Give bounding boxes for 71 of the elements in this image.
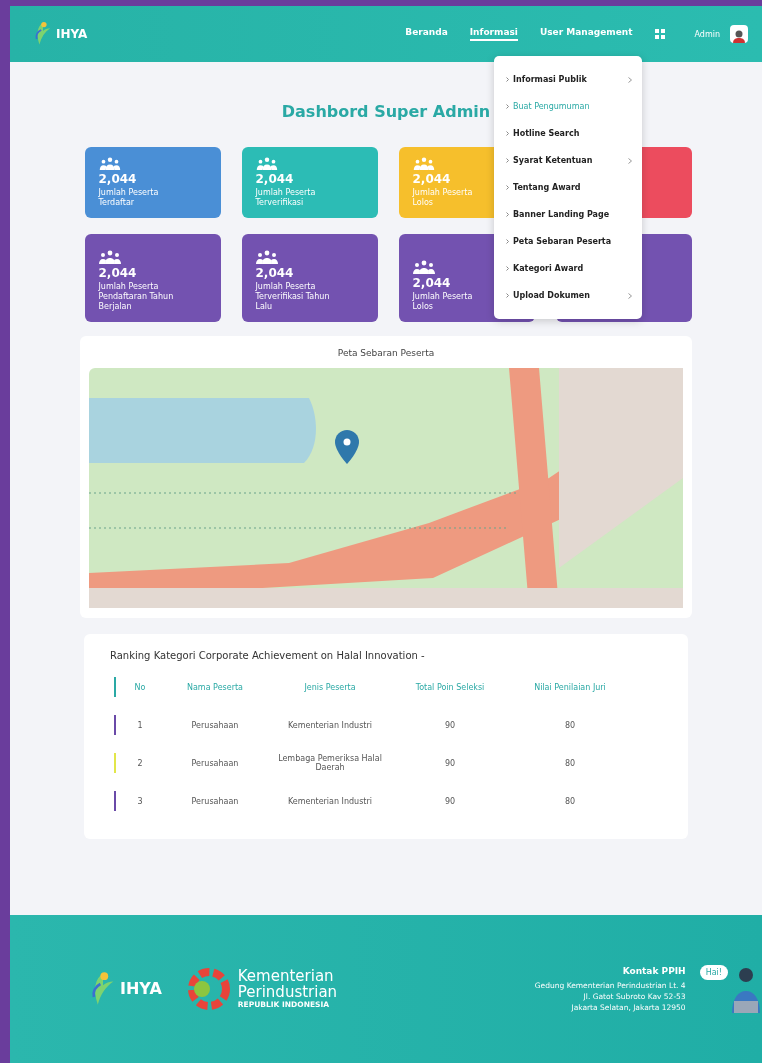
stat-label: Jumlah Peserta Pendaftaran Tahun Berjalan (98, 282, 175, 312)
stat-label: Jumlah Peserta Lolos (412, 292, 474, 312)
table-cell: Perusahaan (191, 796, 239, 806)
column-header: Nilai Penilaian Juri (534, 682, 606, 692)
table-cell: 80 (564, 720, 576, 730)
footer-logo-text: IHYA (120, 979, 162, 999)
bullet-icon (506, 131, 509, 136)
leaf-logo-icon (34, 21, 52, 47)
table-cell: Perusahaan (191, 758, 239, 768)
group-icon (255, 250, 278, 264)
bullet-icon (506, 158, 509, 163)
stat-value: 2,044 (412, 172, 452, 186)
chevron-icon (628, 76, 632, 83)
menu-item[interactable]: Informasi Publik (494, 66, 642, 93)
bullet-icon (506, 266, 509, 271)
table-cell: Kementerian Industri (287, 720, 372, 730)
menu-item[interactable]: Syarat Ketentuan (494, 147, 642, 174)
contact-title: Kontak PPIH (622, 966, 686, 976)
menu-item[interactable]: Peta Sebaran Peserta (494, 228, 642, 255)
group-icon (98, 250, 121, 264)
group-icon (98, 157, 121, 170)
menu-item[interactable]: Tentang Award (494, 174, 642, 201)
group-icon (412, 260, 435, 274)
stat-value: 2,044 (412, 276, 452, 290)
menu-item[interactable]: Upload Dokumen (494, 282, 642, 309)
column-header: Total Poin Seleksi (415, 682, 485, 692)
ranking-title: Ranking Kategori Corporate Achievement on Halal Innovation - (110, 650, 426, 661)
group-icon (412, 157, 435, 170)
stat-value: 2,044 (255, 266, 295, 280)
column-header: Nama Peserta (187, 682, 243, 692)
bullet-icon (506, 185, 509, 190)
column-header: Jenis Peserta (304, 682, 356, 692)
speech-bubble: Hai! (699, 965, 728, 980)
logo-text: IHYA (56, 27, 88, 41)
stat-label: Jumlah Peserta Lolos (412, 188, 474, 208)
table-cell: 90 (444, 758, 456, 768)
group-icon (255, 157, 278, 170)
gear-logo-icon (185, 966, 232, 1012)
table-cell: Perusahaan (191, 720, 239, 730)
bullet-icon (506, 212, 509, 217)
stat-label: Jumlah Peserta Terverifikasi (255, 188, 317, 208)
table-cell: 80 (564, 796, 576, 806)
table-cell: Kementerian Industri (287, 796, 372, 806)
table-cell: 90 (444, 796, 456, 806)
stat-value: 2,044 (255, 172, 295, 186)
table-cell: 80 (564, 758, 576, 768)
stat-value: 2,044 (98, 266, 138, 280)
bullet-icon (506, 239, 509, 244)
avatar[interactable] (730, 25, 748, 43)
stat-label: Jumlah Peserta Terdaftar (98, 188, 160, 208)
bullet-icon (506, 293, 509, 298)
menu-item[interactable]: Hotline Search (494, 120, 642, 147)
bullet-icon (506, 104, 509, 109)
table-cell: 1 (137, 720, 143, 730)
table-cell-text: Lembaga Pemeriksa Halal Daerah (277, 754, 383, 772)
bullet-icon (506, 77, 509, 82)
chevron-icon (628, 157, 632, 164)
stat-value: 2,044 (98, 172, 138, 186)
menu-item[interactable]: Kategori Award (494, 255, 642, 282)
page-title: Dashbord Super Admin (281, 102, 491, 121)
table-cell: 3 (137, 796, 143, 806)
column-header: No (134, 682, 146, 692)
menu-item[interactable]: Banner Landing Page (494, 201, 642, 228)
ministry-name: Kementerian (237, 968, 335, 985)
chevron-icon (628, 292, 632, 299)
stat-label: Jumlah Peserta Terverifikasi Tahun Lalu (255, 282, 331, 312)
support-person-icon[interactable] (730, 965, 762, 1013)
ministry-name: Perindustrian (237, 984, 338, 1001)
table-cell: 90 (444, 720, 456, 730)
map-title: Peta Sebaran Peserta (337, 348, 435, 358)
table-cell: 2 (137, 758, 143, 768)
